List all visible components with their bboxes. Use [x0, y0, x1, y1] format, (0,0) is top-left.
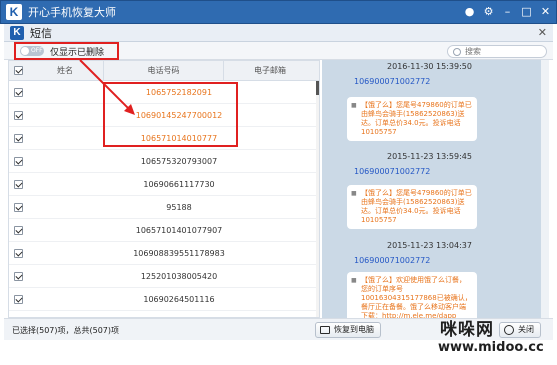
row-checkbox[interactable] — [14, 157, 23, 166]
sms-header: K 短信 ✕ — [4, 24, 553, 42]
phone-number: 106575320793007 — [140, 157, 218, 166]
deleted-numbers-highlight — [103, 82, 238, 147]
row-checkbox[interactable] — [14, 88, 23, 97]
toggle-knob — [21, 47, 29, 55]
phone-number: 125201038005420 — [140, 272, 218, 281]
message-scrollbar[interactable] — [541, 60, 549, 318]
column-header-email[interactable]: 电子邮箱 — [224, 61, 316, 81]
message-timestamp: 2015-11-23 13:04:37 — [387, 241, 472, 250]
minimize-icon[interactable]: – — [501, 5, 514, 18]
message-sender: 106900071002772 — [354, 256, 431, 265]
restore-to-pc-label: 恢复到电脑 — [334, 325, 374, 334]
message-timestamp: 2016-11-30 15:39:50 — [387, 62, 472, 71]
close-button-label: 关闭 — [518, 325, 534, 334]
row-checkbox[interactable] — [14, 249, 23, 258]
message-panel: 2016-11-30 15:39:50 106900071002772 【饿了么… — [322, 60, 545, 318]
toggle-state-text: OFF — [31, 47, 43, 54]
close-button[interactable]: 关闭 — [499, 322, 541, 338]
watermark-site-name: 咪哚网 — [440, 320, 494, 340]
column-header-name[interactable]: 姓名 — [27, 61, 104, 81]
title-bar: K 开心手机恢复大师 ● ⚙ – □ ✕ — [0, 0, 557, 24]
phone-number: 10690661117730 — [143, 180, 215, 189]
selection-status: 已选择(507)项，总共(507)项 — [12, 326, 120, 335]
deleted-only-filter[interactable]: OFF 仅显示已删除 — [14, 42, 119, 60]
watermark-url: www.midoo.cc — [438, 340, 544, 355]
table-row[interactable]: 95188 — [9, 196, 319, 219]
restore-to-pc-button[interactable]: 恢复到电脑 — [315, 322, 381, 338]
toolbar: OFF 仅显示已删除 — [4, 42, 553, 60]
table-row[interactable]: 106908839551178983 — [9, 242, 319, 265]
deleted-only-label: 仅显示已删除 — [50, 47, 105, 58]
phone-number: 106908839551178983 — [133, 249, 225, 258]
power-icon — [504, 325, 514, 335]
deleted-only-toggle[interactable]: OFF — [20, 46, 44, 56]
phone-number: 10657101401077907 — [135, 226, 223, 235]
sms-logo-icon: K — [10, 25, 24, 40]
message-bubble: 【饿了么】欢迎使用饿了么订餐，您的订单序号10016304315177868已被… — [347, 272, 477, 318]
computer-icon — [320, 326, 330, 334]
message-sender: 106900071002772 — [354, 77, 431, 86]
phone-number: 95188 — [166, 203, 192, 212]
row-checkbox[interactable] — [14, 180, 23, 189]
table-row[interactable]: 10690661117730 — [9, 173, 319, 196]
table-row[interactable]: 106575320793007 — [9, 150, 319, 173]
message-sender: 106900071002772 — [354, 167, 431, 176]
settings-icon[interactable]: ⚙ — [482, 5, 495, 18]
row-checkbox[interactable] — [14, 203, 23, 212]
table-row[interactable]: 10657101401077907 — [9, 219, 319, 242]
maximize-icon[interactable]: □ — [520, 5, 533, 18]
table-row[interactable]: 10690264501116 — [9, 288, 319, 311]
search-input[interactable] — [465, 47, 545, 56]
message-bubble: 【饿了么】您尾号479860的订单已由蜂鸟会骑手(15862520863)送达。… — [347, 97, 477, 141]
table-row[interactable]: 125201038005420 — [9, 265, 319, 288]
sms-title: 短信 — [30, 26, 52, 40]
message-bubble: 【饿了么】您尾号479860的订单已由蜂鸟会骑手(15862520863)送达。… — [347, 185, 477, 229]
row-checkbox[interactable] — [14, 134, 23, 143]
close-icon[interactable]: ✕ — [539, 5, 552, 18]
row-checkbox[interactable] — [14, 111, 23, 120]
app-logo-icon: K — [6, 4, 22, 20]
row-checkbox[interactable] — [14, 226, 23, 235]
phone-number: 10690264501116 — [143, 295, 215, 304]
window-controls: ● ⚙ – □ ✕ — [463, 5, 552, 18]
close-icon[interactable]: ✕ — [538, 26, 547, 39]
select-all-checkbox[interactable] — [14, 66, 23, 75]
list-scrollbar[interactable] — [316, 81, 319, 317]
chat-icon[interactable]: ● — [463, 5, 476, 18]
row-checkbox[interactable] — [14, 272, 23, 281]
list-scrollbar-thumb[interactable] — [316, 81, 319, 95]
column-header-phone[interactable]: 电话号码 — [104, 61, 224, 81]
search-icon — [453, 47, 461, 56]
table-header: 姓名 电话号码 电子邮箱 — [9, 61, 319, 81]
search-box[interactable] — [447, 45, 547, 58]
row-checkbox[interactable] — [14, 295, 23, 304]
app-title: 开心手机恢复大师 — [28, 6, 116, 19]
message-timestamp: 2015-11-23 13:59:45 — [387, 152, 472, 161]
